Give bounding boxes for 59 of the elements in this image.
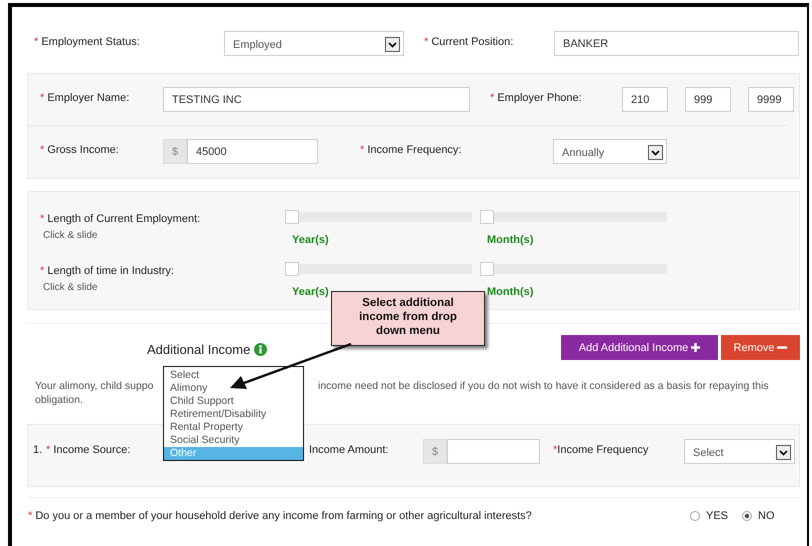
section-title: Additional Income <box>147 342 250 357</box>
field-label: * Gross Income: <box>40 143 120 156</box>
phone-field[interactable]: 999 <box>685 87 731 112</box>
info-icon[interactable] <box>254 343 268 356</box>
unit-label: Month(s) <box>487 234 534 246</box>
add-income-button[interactable]: Add Additional Income <box>561 335 718 360</box>
field-label: * Length of time in Industry: <box>40 264 175 277</box>
radio-option[interactable]: YES <box>690 510 728 522</box>
remove-button[interactable]: Remove <box>721 335 800 360</box>
question-text: * Do you or a member of your household derive any income from farming or other agricultural interests? <box>28 510 533 522</box>
phone-field[interactable]: 210 <box>622 87 668 112</box>
field-label: Income Amount: <box>309 443 390 456</box>
slider-handle[interactable] <box>480 262 494 276</box>
income-frequency-select[interactable]: Select <box>684 439 795 464</box>
hint-text: Click & slide <box>43 230 98 241</box>
unit-label: Year(s) <box>292 286 330 298</box>
dropdown-option[interactable]: Child Support <box>164 395 303 408</box>
slider-handle[interactable] <box>285 210 299 224</box>
dropdown-option[interactable]: Select <box>164 369 303 382</box>
plus-icon <box>691 343 700 352</box>
dropdown-option[interactable]: Retirement/Disability <box>164 408 303 421</box>
field-label: * Employment Status: <box>34 35 141 48</box>
dropdown-option[interactable]: Social Security <box>164 434 303 447</box>
radio-button[interactable] <box>690 511 700 521</box>
note-text: obligation. <box>35 394 83 406</box>
dropdown-option[interactable]: Alimony <box>164 382 303 395</box>
phone-field[interactable]: 9999 <box>748 87 794 112</box>
field-label: * Current Position: <box>424 35 514 48</box>
currency-addon: $ <box>423 439 447 464</box>
note-text: income need not be disclosed if you do not wish to have it considered as a basis for repaying this <box>318 380 769 392</box>
row-number: 1. <box>33 443 41 456</box>
radio-button[interactable] <box>742 511 752 521</box>
field-label: *Income Frequency <box>553 443 650 456</box>
field-label: * Income Source: <box>46 443 130 456</box>
field-label: * Employer Name: <box>40 91 130 104</box>
slider-track[interactable] <box>285 210 472 224</box>
current-position-field[interactable]: BANKER <box>554 31 799 56</box>
gross-income-field[interactable]: 45000 <box>187 139 318 164</box>
slider-track[interactable] <box>285 262 472 276</box>
employment-status-select[interactable]: Employed <box>224 31 404 56</box>
income-frequency-select[interactable]: Annually <box>553 139 667 164</box>
callout: Select additional income from drop down menu <box>331 291 485 346</box>
radio-option[interactable]: NO <box>742 510 775 522</box>
field-label: * Length of Current Employment: <box>40 212 202 225</box>
slider-track[interactable] <box>480 262 667 276</box>
hint-text: Click & slide <box>43 282 98 293</box>
slider-handle[interactable] <box>285 262 299 276</box>
employer-name-field[interactable]: TESTING INC <box>163 87 470 112</box>
unit-label: Month(s) <box>487 286 534 298</box>
income-source-dropdown[interactable]: Select Alimony Child Support Retirement/Disability Rental Property Social Security Other <box>163 366 304 461</box>
note-text: Your alimony, child suppo <box>35 380 154 392</box>
slider-handle[interactable] <box>480 210 494 224</box>
field-label: * Employer Phone: <box>490 91 583 104</box>
dropdown-option[interactable]: Rental Property <box>164 421 303 434</box>
income-amount-field[interactable] <box>447 439 540 464</box>
field-label: * Income Frequency: <box>360 143 462 156</box>
unit-label: Year(s) <box>292 234 330 246</box>
slider-track[interactable] <box>480 210 667 224</box>
currency-addon: $ <box>163 139 187 164</box>
